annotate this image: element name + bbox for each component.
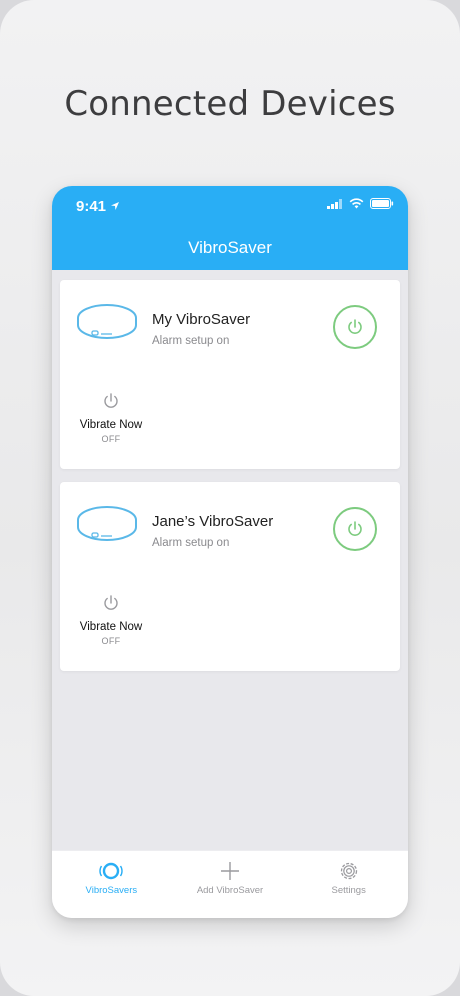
device-list: My VibroSaver Alarm setup on Vibrate Now… bbox=[60, 280, 400, 684]
status-time: 9:41 bbox=[76, 198, 107, 215]
tab-vibrosavers[interactable]: VibroSavers bbox=[52, 851, 171, 918]
device-name: Jane’s VibroSaver bbox=[152, 513, 274, 530]
vibrosaver-icon bbox=[99, 862, 123, 880]
power-toggle-button[interactable] bbox=[333, 507, 377, 551]
power-icon bbox=[348, 319, 362, 334]
vibrate-now-label: Vibrate Now bbox=[79, 621, 143, 633]
background: Connected Devices 9:41 VibroSaver My Vib… bbox=[0, 0, 460, 996]
power-icon bbox=[104, 393, 118, 408]
vibrosaver-device-icon bbox=[77, 506, 137, 541]
vibrate-now-button[interactable]: Vibrate Now OFF bbox=[68, 594, 154, 646]
device-name: My VibroSaver bbox=[152, 311, 251, 328]
gear-icon bbox=[340, 862, 357, 880]
device-status: Alarm setup on bbox=[152, 537, 230, 549]
location-arrow-icon bbox=[111, 202, 119, 210]
tab-bar: VibroSavers Add VibroSaver Settings bbox=[52, 850, 408, 918]
device-status: Alarm setup on bbox=[152, 335, 230, 347]
app-header: 9:41 VibroSaver bbox=[52, 186, 408, 270]
tab-label: Add VibroSaver bbox=[196, 885, 264, 896]
app-title: VibroSaver bbox=[188, 238, 272, 257]
tab-label: VibroSavers bbox=[85, 885, 138, 896]
power-toggle-button[interactable] bbox=[333, 305, 377, 349]
plus-icon bbox=[221, 862, 239, 880]
phone-screen: 9:41 VibroSaver My VibroSaver Alarm setu… bbox=[52, 186, 408, 918]
power-icon bbox=[348, 521, 362, 536]
vibrate-state: OFF bbox=[101, 636, 121, 646]
marketing-headline: Connected Devices bbox=[64, 84, 396, 124]
vibrate-state: OFF bbox=[101, 434, 121, 444]
vibrate-now-label: Vibrate Now bbox=[79, 419, 143, 431]
tab-add-vibrosaver[interactable]: Add VibroSaver bbox=[171, 851, 290, 918]
wifi-icon bbox=[349, 198, 364, 209]
vibrosaver-device-icon bbox=[77, 304, 137, 339]
battery-icon bbox=[370, 198, 394, 209]
device-card[interactable]: Jane’s VibroSaver Alarm setup on Vibrate… bbox=[60, 482, 400, 671]
tab-label: Settings bbox=[331, 885, 366, 896]
status-indicators bbox=[327, 198, 394, 209]
vibrate-now-button[interactable]: Vibrate Now OFF bbox=[68, 392, 154, 444]
device-card[interactable]: My VibroSaver Alarm setup on Vibrate Now… bbox=[60, 280, 400, 469]
tab-settings[interactable]: Settings bbox=[289, 851, 408, 918]
signal-icon bbox=[327, 198, 342, 209]
power-icon bbox=[104, 595, 118, 610]
